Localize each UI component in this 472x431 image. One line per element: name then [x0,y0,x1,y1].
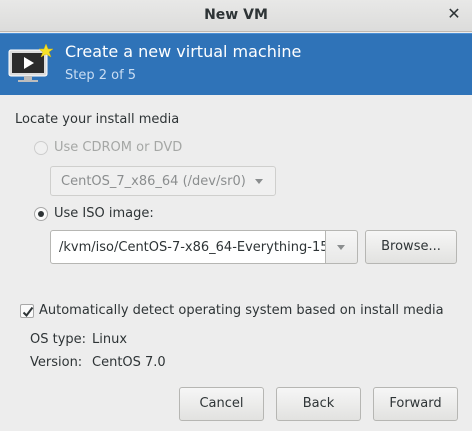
iso-path-value: /kvm/iso/CentOS-7-x86_64-Everything-1511… [59,240,326,255]
browse-button[interactable]: Browse... [365,230,457,264]
window-titlebar: New VM ✕ [0,0,472,32]
cdrom-radio-label: Use CDROM or DVD [54,140,183,155]
iso-radio[interactable] [34,207,48,221]
os-type-label: OS type: [30,332,87,347]
wizard-banner: Create a new virtual machine Step 2 of 5 [0,33,472,95]
cdrom-radio[interactable] [34,141,48,155]
iso-radio-label: Use ISO image: [54,206,154,221]
radio-selected-dot [38,211,44,217]
vm-monitor-icon [8,44,54,82]
forward-button[interactable]: Forward [373,387,458,421]
cdrom-device-value: CentOS_7_x86_64 (/dev/sr0) [61,174,246,189]
chevron-down-icon [337,245,345,250]
chevron-down-icon [255,179,263,184]
install-media-heading: Locate your install media [15,112,180,127]
back-button[interactable]: Back [276,387,361,421]
cancel-button[interactable]: Cancel [179,387,264,421]
close-icon[interactable]: ✕ [446,6,462,22]
banner-step: Step 2 of 5 [65,68,137,83]
version-label: Version: [30,355,83,370]
banner-title: Create a new virtual machine [65,42,302,61]
auto-detect-checkbox[interactable] [20,304,34,318]
version-value: CentOS 7.0 [92,355,166,370]
iso-history-dropdown-button[interactable] [326,230,358,264]
cdrom-device-select[interactable]: CentOS_7_x86_64 (/dev/sr0) [50,166,276,196]
checkmark-icon [22,306,34,318]
iso-path-input[interactable]: /kvm/iso/CentOS-7-x86_64-Everything-1511… [50,230,326,264]
window-title: New VM [204,7,268,23]
wizard-body: Locate your install media Use CDROM or D… [0,96,472,431]
os-type-value: Linux [92,332,128,347]
auto-detect-label: Automatically detect operating system ba… [39,303,444,318]
